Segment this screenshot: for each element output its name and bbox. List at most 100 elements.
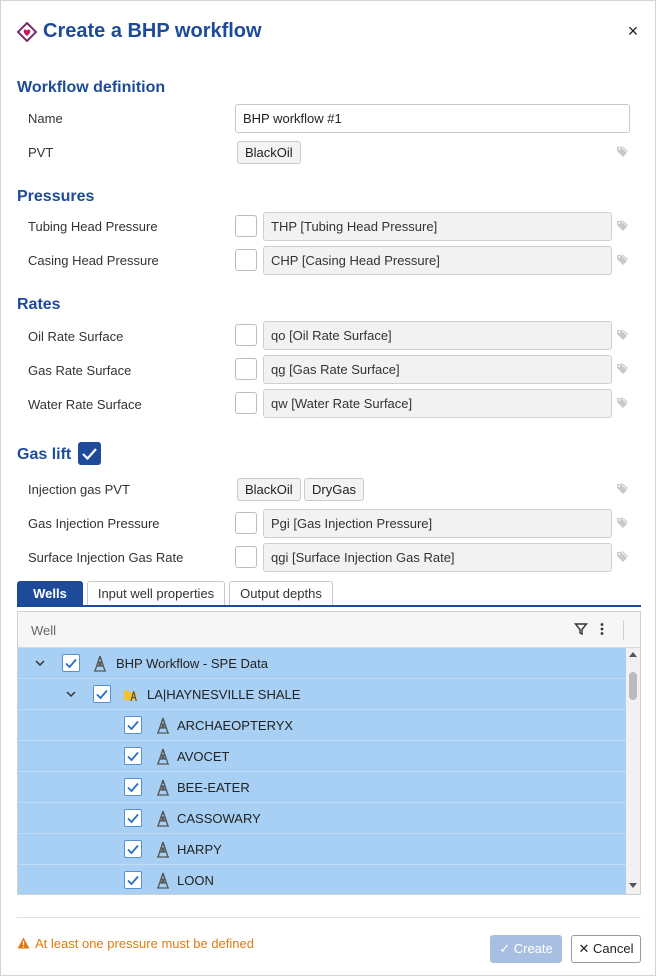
row-label: HARPY (177, 842, 222, 857)
injection-pvt-chip-blackoil[interactable]: BlackOil (237, 478, 301, 501)
row-checkbox[interactable] (93, 685, 111, 703)
tree-row-well[interactable]: BEE-EATER (18, 772, 626, 803)
water-rate-surface-checkbox[interactable] (235, 392, 257, 414)
row-checkbox[interactable] (124, 716, 142, 734)
well-icon (157, 810, 169, 827)
tag-icon[interactable] (616, 516, 632, 530)
create-bhp-workflow-dialog: Create a BHP workflow × Workflow definit… (0, 0, 656, 976)
tag-icon[interactable] (616, 253, 632, 267)
gas-injection-pressure-label: Gas Injection Pressure (28, 516, 160, 531)
column-header-well[interactable]: Well (31, 623, 56, 638)
row-label: AVOCET (177, 749, 230, 764)
tree-row-well[interactable]: CASSOWARY (18, 803, 626, 834)
check-icon (127, 813, 139, 824)
row-checkbox[interactable] (124, 778, 142, 796)
gas-injection-pressure-field[interactable]: Pgi [Gas Injection Pressure] (263, 509, 612, 538)
tag-icon[interactable] (616, 482, 632, 496)
tree-row-well[interactable]: AVOCET (18, 741, 626, 772)
oil-rate-surface-checkbox[interactable] (235, 324, 257, 346)
row-label: LA|HAYNESVILLE SHALE (147, 687, 301, 702)
tag-icon[interactable] (616, 550, 632, 564)
gas-rate-surface-field[interactable]: qg [Gas Rate Surface] (263, 355, 612, 384)
workflow-definition-title: Workflow definition (17, 79, 166, 96)
cancel-button[interactable]: ✕ Cancel (571, 935, 641, 963)
scroll-down-icon[interactable] (629, 883, 637, 889)
close-button[interactable]: × (625, 21, 641, 41)
gas-injection-pressure-checkbox[interactable] (235, 512, 257, 534)
tree-row-well[interactable]: ARCHAEOPTERYX (18, 710, 626, 741)
scroll-up-icon[interactable] (629, 651, 637, 657)
warning-text: At least one pressure must be defined (35, 936, 254, 951)
check-icon (96, 689, 108, 700)
check-icon (127, 782, 139, 793)
dialog-title: Create a BHP workflow (43, 20, 262, 42)
row-checkbox[interactable] (62, 654, 80, 672)
tree-row-well[interactable]: HARPY (18, 834, 626, 865)
row-label: CASSOWARY (177, 811, 261, 826)
chevron-down-icon[interactable] (34, 657, 46, 669)
warning-icon (17, 937, 30, 949)
well-icon (157, 748, 169, 765)
tab-input-well-properties[interactable]: Input well properties (87, 581, 225, 606)
pressures-title: Pressures (17, 188, 95, 205)
tubing-head-pressure-checkbox[interactable] (235, 215, 257, 237)
vertical-scrollbar[interactable] (626, 648, 640, 894)
tab-wells[interactable]: Wells (17, 581, 83, 606)
tag-icon[interactable] (616, 145, 632, 159)
app-logo-icon (17, 22, 37, 42)
rates-title: Rates (17, 296, 61, 313)
wells-grid: Well BHP Workflow - SPE Data LA|HAYNESVI… (17, 611, 641, 895)
check-icon: ✓ (499, 941, 511, 956)
tree-row-folder[interactable]: LA|HAYNESVILLE SHALE (18, 679, 626, 710)
create-button-label: Create (513, 941, 553, 956)
create-button[interactable]: ✓ Create (490, 935, 562, 963)
oil-rate-surface-label: Oil Rate Surface (28, 329, 124, 344)
gas-lift-checkbox[interactable] (78, 442, 101, 465)
water-rate-surface-field[interactable]: qw [Water Rate Surface] (263, 389, 612, 418)
tab-output-depths[interactable]: Output depths (229, 581, 333, 606)
footer-separator (17, 917, 641, 918)
check-icon (127, 751, 139, 762)
header-separator (623, 620, 624, 640)
cancel-button-label: Cancel (593, 941, 634, 956)
name-input[interactable] (235, 104, 630, 133)
row-checkbox[interactable] (124, 809, 142, 827)
injection-pvt-chip-drygas[interactable]: DryGas (304, 478, 365, 501)
surface-injection-gas-rate-field[interactable]: qgi [Surface Injection Gas Rate] (263, 543, 612, 572)
grid-header: Well (18, 612, 640, 648)
surface-injection-gas-rate-checkbox[interactable] (235, 546, 257, 568)
tag-icon[interactable] (616, 362, 632, 376)
gas-lift-title: Gas lift (17, 446, 72, 463)
more-options-icon[interactable] (598, 622, 606, 636)
row-checkbox[interactable] (124, 871, 142, 889)
row-checkbox[interactable] (124, 747, 142, 765)
well-icon (157, 872, 169, 889)
tubing-head-pressure-field[interactable]: THP [Tubing Head Pressure] (263, 212, 612, 241)
gas-rate-surface-label: Gas Rate Surface (28, 363, 132, 378)
row-label: LOON (177, 873, 214, 888)
tree-row-well[interactable]: LOON (18, 865, 626, 894)
row-label: ARCHAEOPTERYX (177, 718, 294, 733)
check-icon (127, 720, 139, 731)
pvt-label: PVT (28, 145, 54, 160)
row-label: BHP Workflow - SPE Data (116, 656, 268, 671)
tag-icon[interactable] (616, 219, 632, 233)
folder-well-icon (123, 690, 137, 702)
tag-icon[interactable] (616, 328, 632, 342)
well-icon (157, 779, 169, 796)
filter-icon[interactable] (574, 622, 588, 636)
oil-rate-surface-field[interactable]: qo [Oil Rate Surface] (263, 321, 612, 350)
well-icon (157, 841, 169, 858)
name-label: Name (28, 111, 63, 126)
pvt-chip[interactable]: BlackOil (237, 141, 301, 164)
scroll-thumb[interactable] (629, 672, 637, 700)
casing-head-pressure-checkbox[interactable] (235, 249, 257, 271)
tag-icon[interactable] (616, 396, 632, 410)
row-checkbox[interactable] (124, 840, 142, 858)
tree-row-root[interactable]: BHP Workflow - SPE Data (18, 648, 626, 679)
surface-injection-gas-rate-label: Surface Injection Gas Rate (28, 550, 184, 565)
close-icon: ✕ (578, 941, 590, 956)
chevron-down-icon[interactable] (65, 688, 77, 700)
casing-head-pressure-field[interactable]: CHP [Casing Head Pressure] (263, 246, 612, 275)
gas-rate-surface-checkbox[interactable] (235, 358, 257, 380)
